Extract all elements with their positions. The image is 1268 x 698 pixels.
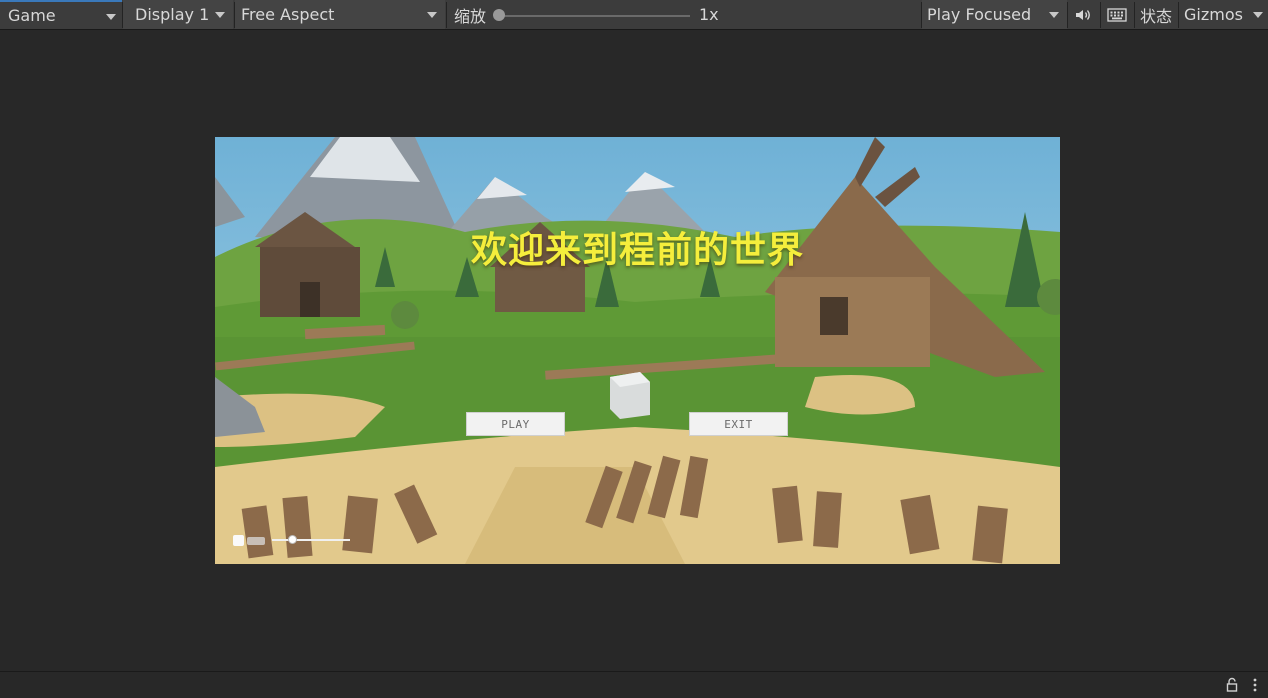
game-volume-slider-track[interactable]: [272, 539, 350, 541]
game-viewport[interactable]: 欢迎来到程前的世界 PLAY EXIT: [215, 137, 1060, 564]
chevron-down-icon: [1049, 12, 1059, 18]
chevron-down-icon[interactable]: [106, 14, 116, 20]
kebab-menu-icon[interactable]: [1252, 677, 1258, 693]
tab-game-label: Game: [8, 6, 56, 25]
stats-label: 状态: [1139, 6, 1172, 26]
game-volume-slider-thumb[interactable]: [288, 535, 297, 544]
scale-slider-track[interactable]: [498, 15, 690, 17]
display-dropdown[interactable]: Display 1: [123, 0, 233, 29]
game-title: 欢迎来到程前的世界: [470, 230, 804, 271]
play-mode-dropdown[interactable]: Play Focused: [922, 0, 1067, 29]
game-toggle-label: [247, 537, 265, 545]
audio-toggle[interactable]: [1068, 0, 1100, 29]
chevron-down-icon: [1253, 11, 1263, 18]
game-toggle-checkbox[interactable]: [233, 535, 244, 546]
game-scene: [215, 137, 1060, 564]
play-mode-label: Play Focused: [927, 5, 1032, 24]
aspect-dropdown[interactable]: Free Aspect: [235, 0, 445, 29]
keyboard-toggle[interactable]: [1101, 0, 1133, 29]
status-bar: [0, 671, 1268, 698]
speaker-icon: [1076, 9, 1090, 20]
scale-slider-thumb[interactable]: [493, 9, 505, 21]
lock-icon[interactable]: [1226, 677, 1238, 693]
gizmos-dropdown[interactable]: [1248, 0, 1268, 29]
divider: [446, 2, 447, 28]
display-label: Display 1: [135, 5, 210, 24]
exit-button[interactable]: EXIT: [689, 412, 788, 436]
game-view-toolbar: Game Display 1 Free Aspect 缩放 1x Play Fo…: [0, 0, 1268, 30]
tab-game[interactable]: Game: [0, 0, 122, 29]
play-button[interactable]: PLAY: [466, 412, 565, 436]
chevron-down-icon: [215, 12, 225, 18]
keyboard-icon: [1107, 7, 1127, 22]
aspect-label: Free Aspect: [241, 5, 335, 24]
gizmos-label: Gizmos: [1184, 5, 1243, 24]
scale-value: 1x: [699, 5, 719, 24]
scale-label: 缩放: [454, 6, 487, 26]
gizmos-button[interactable]: Gizmos: [1179, 0, 1247, 29]
chevron-down-icon: [427, 12, 437, 18]
stats-button[interactable]: 状态: [1135, 0, 1177, 29]
